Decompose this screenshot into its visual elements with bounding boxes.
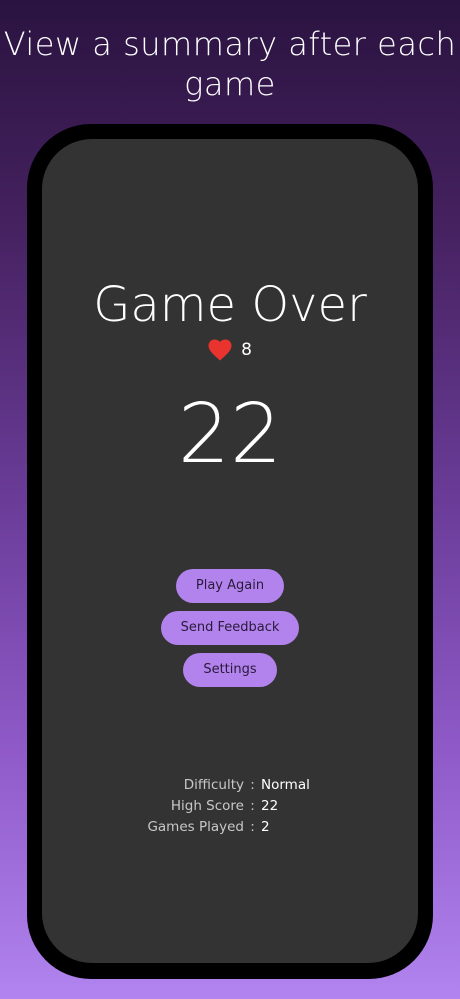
play-again-button[interactable]: Play Again (175, 569, 285, 603)
send-feedback-button[interactable]: Send Feedback (160, 611, 300, 645)
stat-row-high-score: High Score : 22 (42, 796, 418, 817)
promo-headline-line-2: game (184, 65, 276, 103)
game-stats: Difficulty : Normal High Score : 22 Game… (42, 775, 418, 838)
phone-screen: Game Over 8 22 Play Again Send Feedback … (42, 139, 418, 963)
stat-label: Games Played (147, 819, 244, 835)
stat-separator: : (250, 819, 255, 835)
stat-separator: : (250, 798, 255, 814)
lives-indicator: 8 (42, 339, 418, 361)
stat-value: Normal (261, 777, 310, 793)
promo-headline-line-1: View a summary after each (3, 25, 457, 63)
lives-count: 8 (241, 340, 252, 360)
stat-row-difficulty: Difficulty : Normal (42, 775, 418, 796)
stat-value: 2 (261, 819, 270, 835)
stat-value: 22 (261, 798, 279, 814)
stat-label: Difficulty (183, 777, 244, 793)
action-buttons: Play Again Send Feedback Settings (42, 569, 418, 687)
heart-icon (208, 339, 232, 361)
final-score: 22 (177, 387, 283, 482)
game-over-title: Game Over (93, 277, 367, 333)
settings-button[interactable]: Settings (183, 653, 277, 687)
stat-separator: : (250, 777, 255, 793)
stat-label: High Score (170, 798, 244, 814)
phone-frame: Game Over 8 22 Play Again Send Feedback … (27, 124, 433, 979)
promo-headline: View a summary after each game (0, 24, 460, 104)
stat-row-games-played: Games Played : 2 (42, 817, 418, 838)
